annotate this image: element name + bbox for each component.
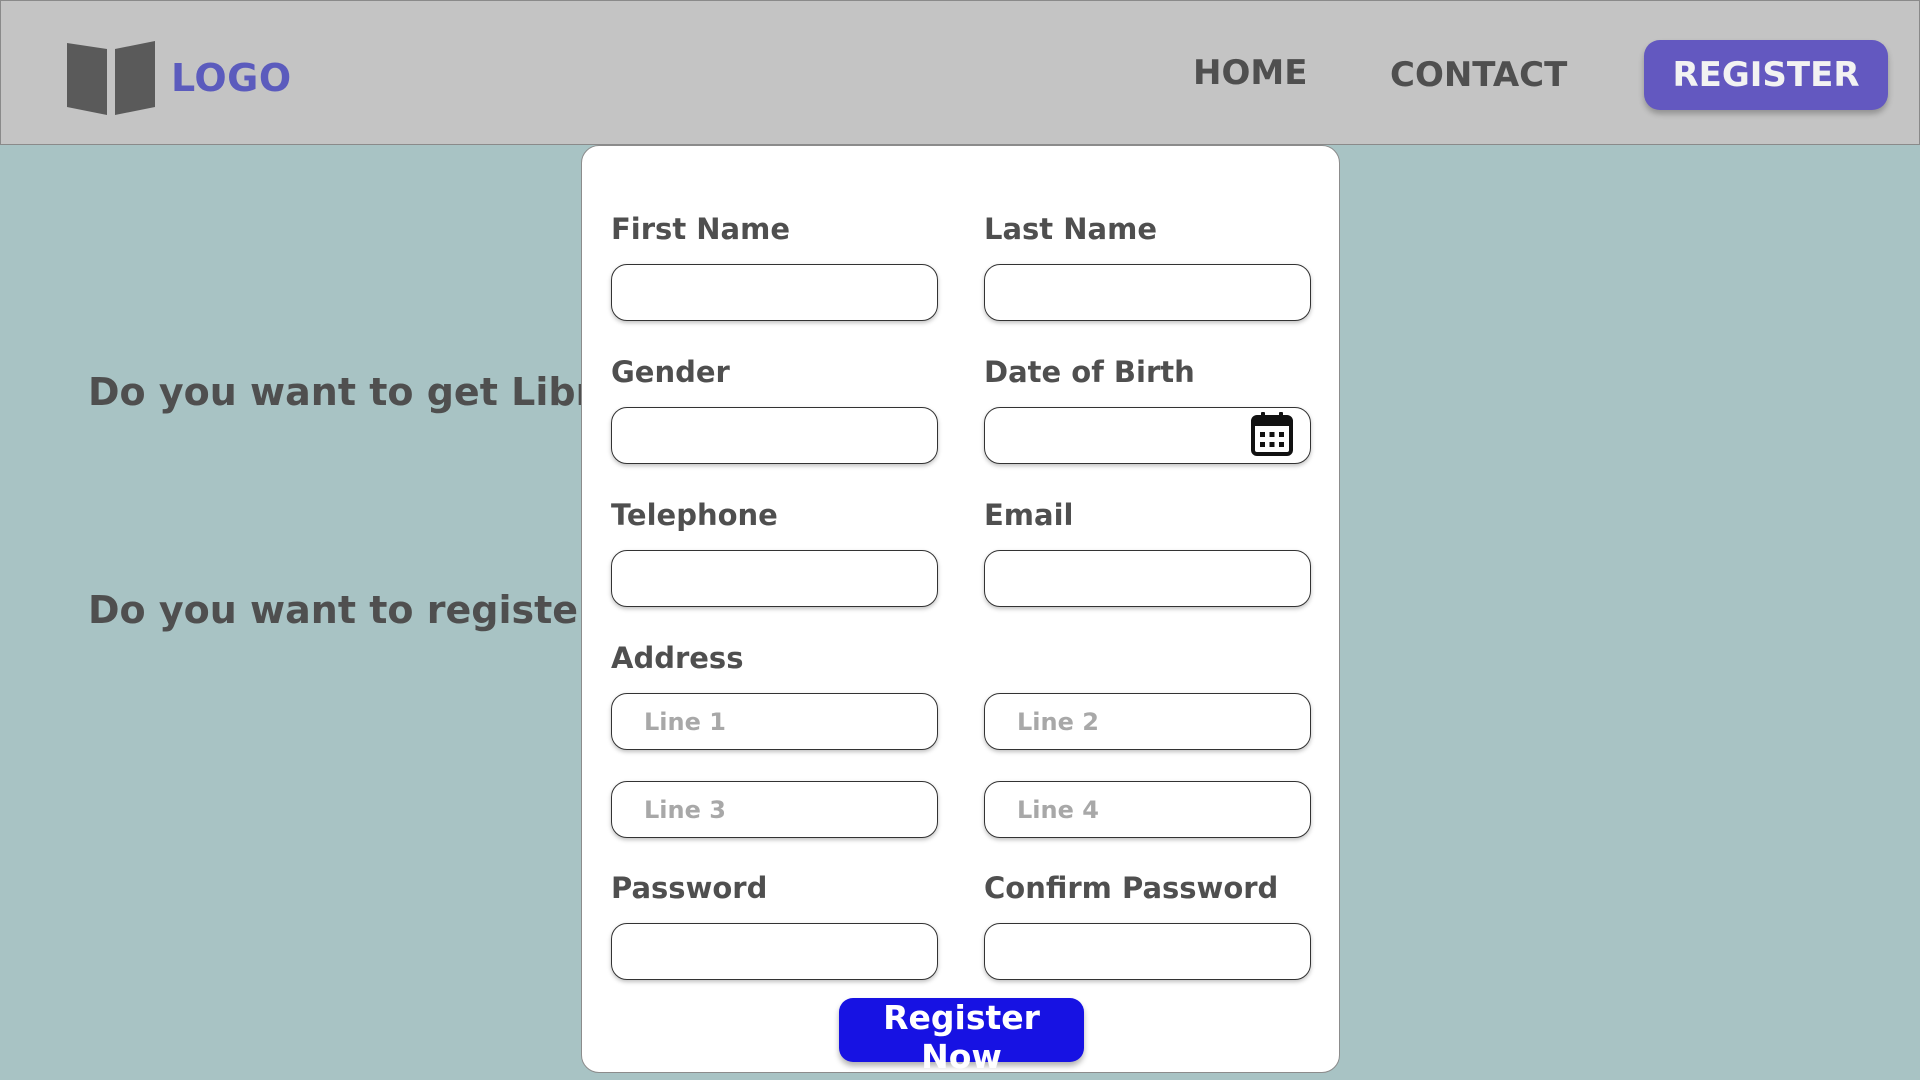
last-name-input[interactable] — [984, 264, 1311, 321]
email-input[interactable] — [984, 550, 1311, 607]
calendar-icon[interactable] — [1250, 411, 1294, 457]
logo[interactable]: LOGO — [65, 39, 292, 117]
first-name-input[interactable] — [611, 264, 938, 321]
register-now-button[interactable]: Register Now — [839, 998, 1084, 1076]
registration-form-modal: First Name Last Name Gender Date of Birt… — [581, 145, 1340, 1076]
nav-home-link[interactable]: HOME — [1193, 53, 1307, 93]
address-label: Address — [611, 641, 744, 675]
first-name-label: First Name — [611, 212, 790, 246]
address-line4-input[interactable] — [984, 781, 1311, 838]
confirm-password-label: Confirm Password — [984, 871, 1279, 905]
gender-input[interactable] — [611, 407, 938, 464]
email-label: Email — [984, 498, 1074, 532]
telephone-label: Telephone — [611, 498, 778, 532]
gender-label: Gender — [611, 355, 730, 389]
dob-label: Date of Birth — [984, 355, 1195, 389]
register-question-text: Do you want to register as — [88, 588, 659, 632]
password-input[interactable] — [611, 923, 938, 980]
nav-contact-link[interactable]: CONTACT — [1390, 55, 1567, 95]
last-name-label: Last Name — [984, 212, 1157, 246]
password-label: Password — [611, 871, 768, 905]
logo-text: LOGO — [171, 56, 292, 100]
confirm-password-input[interactable] — [984, 923, 1311, 980]
address-line1-input[interactable] — [611, 693, 938, 750]
telephone-input[interactable] — [611, 550, 938, 607]
top-nav-bar: LOGO HOME CONTACT REGISTER — [0, 0, 1920, 145]
address-line2-input[interactable] — [984, 693, 1311, 750]
register-button[interactable]: REGISTER — [1644, 40, 1888, 110]
open-book-icon — [67, 41, 155, 115]
library-question-text: Do you want to get Library — [88, 370, 664, 414]
address-line3-input[interactable] — [611, 781, 938, 838]
